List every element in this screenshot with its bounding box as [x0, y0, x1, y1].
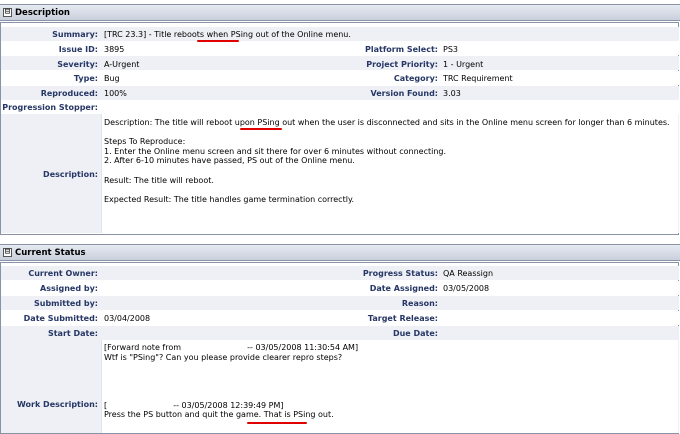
date-assigned-value: 03/05/2008 — [443, 284, 490, 293]
annotation-underline — [240, 128, 282, 130]
summary-label: Summary: — [52, 30, 98, 39]
platform-select-label: Platform Select: — [365, 45, 438, 54]
reason-label: Reason: — [401, 299, 438, 308]
due-date-label: Due Date: — [392, 329, 438, 338]
row-bg — [1, 311, 679, 325]
row-bg — [1, 100, 679, 114]
platform-select-value: PS3 — [443, 45, 458, 54]
row-bg — [1, 71, 679, 85]
target-release-label: Target Release: — [367, 314, 438, 323]
row-bg — [1, 41, 679, 55]
work-description-label: Work Description: — [16, 400, 98, 409]
status-panel-title: Current Status — [15, 248, 86, 258]
type-value: Bug — [104, 74, 120, 83]
category-label: Category: — [393, 74, 438, 83]
collapse-toggle-icon[interactable]: ⊟ — [3, 8, 12, 17]
start-date-label: Start Date: — [47, 329, 98, 338]
issue-id-label: Issue ID: — [58, 45, 98, 54]
version-found-label: Version Found: — [370, 89, 438, 98]
reproduced-label: Reproduced: — [40, 89, 98, 98]
row-bg — [1, 296, 679, 310]
progress-status-value: QA Reassign — [443, 269, 494, 278]
category-value: TRC Requirement — [443, 74, 513, 83]
issue-id-value: 3895 — [104, 45, 125, 54]
project-priority-label: Project Priority: — [366, 60, 438, 69]
collapse-toggle-icon[interactable]: ⊟ — [3, 248, 12, 257]
type-label: Type: — [73, 74, 98, 83]
summary-value: [TRC 23.3] - Title reboots when PSing ou… — [104, 30, 351, 39]
annotation-underline — [197, 40, 239, 42]
reproduced-value: 100% — [104, 89, 127, 98]
date-assigned-label: Date Assigned: — [369, 284, 438, 293]
submitted-by-label: Submitted by: — [34, 299, 98, 308]
description-panel-title: Description — [15, 8, 70, 18]
work-description-text: [Forward note from -- 03/05/2008 11:30:5… — [104, 343, 359, 420]
progress-status-label: Progress Status: — [362, 269, 438, 278]
row-bg — [1, 56, 679, 70]
row-bg — [1, 266, 679, 280]
progression-stopper-label: Progression Stopper: — [2, 103, 98, 112]
row-bg — [1, 86, 679, 100]
severity-label: Severity: — [57, 60, 98, 69]
date-submitted-value: 03/04/2008 — [104, 314, 151, 323]
status-panel-header: ⊟ Current Status — [0, 244, 680, 261]
description-text: Description: The title will reboot upon … — [104, 118, 670, 204]
annotation-underline — [247, 422, 307, 424]
project-priority-value: 1 - Urgent — [443, 60, 484, 69]
description-label: Description: — [43, 170, 98, 179]
version-found-value: 3.03 — [443, 89, 461, 98]
date-submitted-label: Date Submitted: — [23, 314, 98, 323]
severity-value: A-Urgent — [104, 60, 140, 69]
description-panel-header: ⊟ Description — [0, 4, 680, 21]
row-bg — [1, 326, 679, 340]
assigned-by-label: Assigned by: — [40, 284, 98, 293]
row-bg — [1, 281, 679, 295]
current-owner-label: Current Owner: — [28, 269, 98, 278]
